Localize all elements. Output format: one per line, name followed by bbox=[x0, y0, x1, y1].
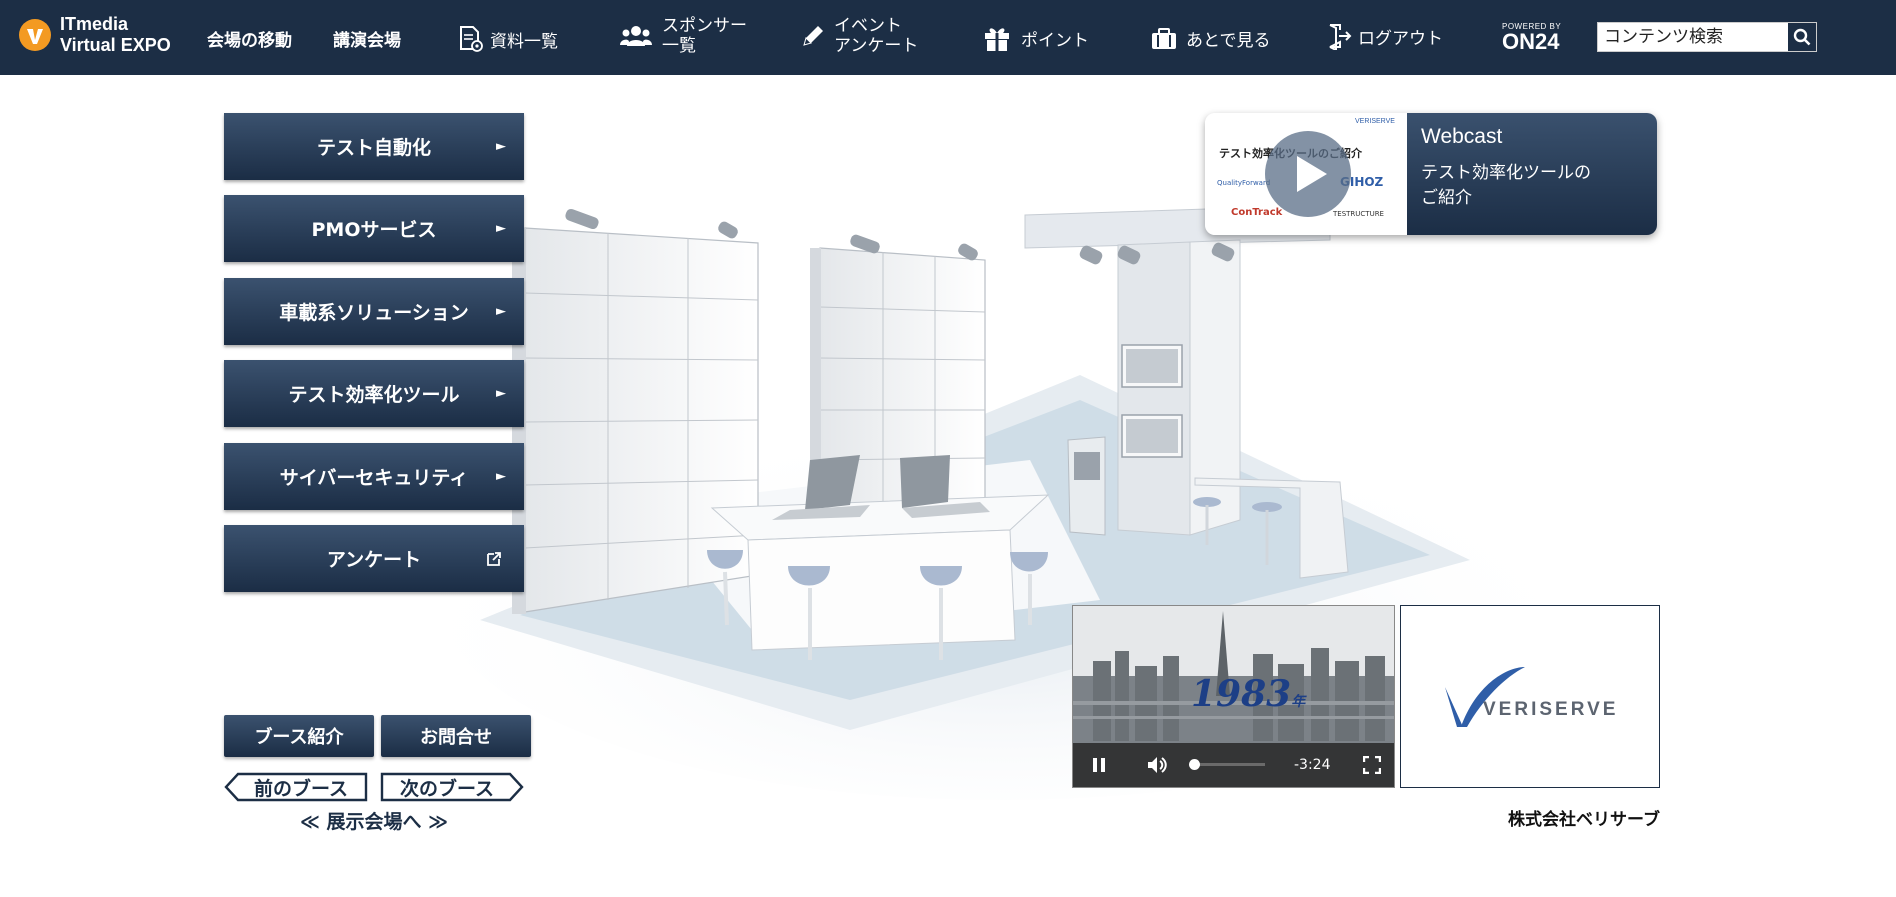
video-year-number: 1983 bbox=[1191, 673, 1292, 715]
triangle-right-icon: ► bbox=[496, 304, 506, 319]
next-booth-label: 次のブース bbox=[399, 777, 495, 800]
pause-icon[interactable] bbox=[1091, 756, 1107, 774]
webcast-description: テスト効率化ツールのご紹介 bbox=[1421, 163, 1591, 208]
page: ITmedia Virtual EXPO 会場の移動 講演会場 資料一覧 スポン… bbox=[0, 0, 1896, 897]
triangle-right-icon: ► bbox=[496, 386, 506, 401]
prev-booth-label: 前のブース bbox=[253, 777, 349, 800]
sidebar-button-cyber-security-label: サイバーセキュリティ bbox=[279, 467, 469, 489]
sidebar-button-pmo-service[interactable]: PMOサービス ► bbox=[224, 195, 524, 262]
sidebar-button-test-automation-label: テスト自動化 bbox=[316, 137, 431, 159]
company-name: 株式会社ベリサーブ bbox=[1508, 810, 1660, 830]
volume-icon[interactable] bbox=[1146, 755, 1168, 775]
thumb-brand: VERISERVE bbox=[1355, 118, 1395, 125]
exhibit-hall-link[interactable]: ≪ 展示会場へ ≫ bbox=[224, 807, 524, 834]
next-booth-button[interactable]: 次のブース bbox=[380, 772, 524, 802]
veriserve-logo: VERISERVE bbox=[1445, 666, 1618, 727]
progress-handle[interactable] bbox=[1189, 759, 1201, 770]
webcast-card[interactable]: VERISERVE テスト効率化ツールのご紹介 QualityForward G… bbox=[1205, 113, 1657, 235]
video-player[interactable]: 1983年 -3:24 bbox=[1072, 605, 1395, 788]
sidebar-button-pmo-service-label: PMOサービス bbox=[311, 219, 437, 241]
veriserve-logo-text: VERISERVE bbox=[1483, 699, 1618, 720]
play-icon[interactable] bbox=[1263, 129, 1353, 219]
contact-button[interactable]: お問合せ bbox=[381, 715, 531, 757]
triangle-right-icon: ► bbox=[496, 221, 506, 236]
triangle-right-icon: ► bbox=[496, 469, 506, 484]
time-remaining: -3:24 bbox=[1294, 757, 1331, 773]
sidebar-button-test-efficiency-label: テスト効率化ツール bbox=[288, 384, 460, 406]
sidebar-button-survey[interactable]: アンケート bbox=[224, 525, 524, 592]
booth-intro-button[interactable]: ブース紹介 bbox=[224, 715, 374, 757]
external-link-icon bbox=[487, 551, 501, 566]
progress-track[interactable] bbox=[1189, 759, 1265, 770]
webcast-title: Webcast bbox=[1421, 125, 1503, 148]
sidebar-button-survey-label: アンケート bbox=[326, 549, 422, 571]
video-year-suffix: 年 bbox=[1291, 694, 1306, 710]
sidebar-button-automotive[interactable]: 車載系ソリューション ► bbox=[224, 278, 524, 345]
fullscreen-icon[interactable] bbox=[1363, 756, 1381, 774]
sidebar-button-test-automation[interactable]: テスト自動化 ► bbox=[224, 113, 524, 180]
prev-booth-button[interactable]: 前のブース bbox=[224, 772, 368, 802]
sidebar-button-test-efficiency[interactable]: テスト効率化ツール ► bbox=[224, 360, 524, 427]
sidebar-button-automotive-label: 車載系ソリューション bbox=[279, 302, 469, 324]
sidebar-button-cyber-security[interactable]: サイバーセキュリティ ► bbox=[224, 443, 524, 510]
webcast-thumbnail: VERISERVE テスト効率化ツールのご紹介 QualityForward G… bbox=[1205, 113, 1407, 235]
sponsor-logo-box[interactable]: VERISERVE bbox=[1400, 605, 1660, 788]
video-year-overlay: 1983年 bbox=[1191, 673, 1305, 715]
booth-intro-label: ブース紹介 bbox=[254, 727, 344, 748]
video-controls: -3:24 bbox=[1073, 743, 1394, 787]
triangle-right-icon: ► bbox=[496, 139, 506, 154]
contact-label: お問合せ bbox=[420, 727, 492, 748]
webcast-info: Webcast テスト効率化ツールのご紹介 bbox=[1407, 113, 1657, 235]
